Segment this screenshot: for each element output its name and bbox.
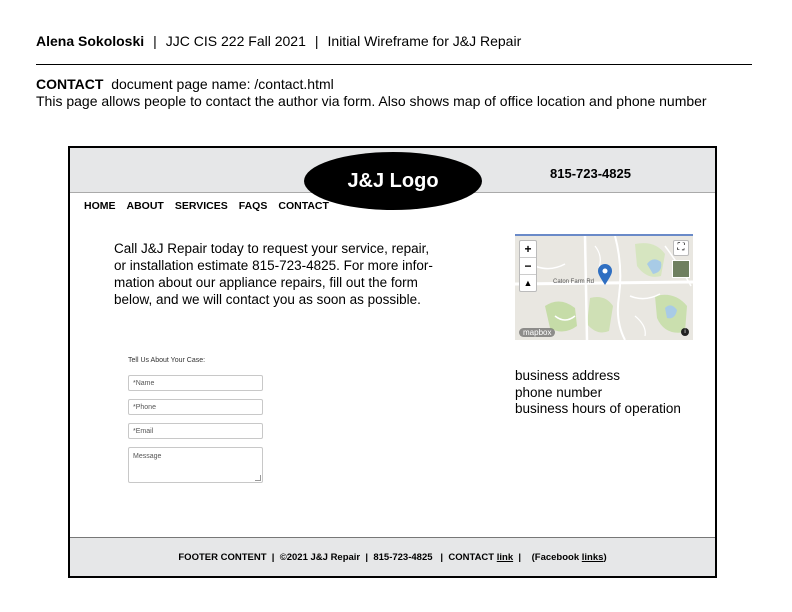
wireframe: 815-723-4825 J&J Logo HOME ABOUT SERVICE… bbox=[68, 146, 717, 578]
nav-about[interactable]: ABOUT bbox=[127, 200, 164, 212]
email-field[interactable]: *Email bbox=[128, 423, 263, 439]
document-header: Alena Sokoloski | JJC CIS 222 Fall 2021 | In… bbox=[36, 33, 521, 49]
office-map[interactable]: Caton Farm Rd + − ▲ ⛶ mapbox i bbox=[515, 234, 693, 340]
nav-contact[interactable]: CONTACT bbox=[278, 200, 329, 212]
info-icon[interactable]: i bbox=[681, 328, 689, 336]
page-description: This page allows people to contact the a… bbox=[36, 93, 707, 109]
intro-line: or installation estimate 815-723-4825. F… bbox=[114, 258, 433, 273]
mapbox-logo[interactable]: mapbox bbox=[519, 328, 556, 337]
author-name: Alena Sokoloski bbox=[36, 33, 145, 49]
separator: | bbox=[153, 33, 157, 49]
footer-text: | (Facebook bbox=[513, 551, 582, 563]
footer-contact-link[interactable]: link bbox=[497, 552, 513, 563]
expand-icon[interactable]: ⛶ bbox=[673, 240, 689, 256]
main-nav: HOME ABOUT SERVICES FAQS CONTACT bbox=[84, 200, 329, 212]
nav-home[interactable]: HOME bbox=[84, 200, 116, 212]
course-name: JJC CIS 222 Fall 2021 bbox=[165, 33, 306, 49]
page-name-line: CONTACT document page name: /contact.htm… bbox=[36, 76, 334, 92]
header-phone[interactable]: 815-723-4825 bbox=[550, 166, 631, 181]
map-zoom-controls: + − ▲ bbox=[519, 240, 537, 292]
site-footer: FOOTER CONTENT | ©2021 J&J Repair | 815-… bbox=[70, 537, 715, 576]
map-tiles bbox=[515, 236, 693, 340]
intro-text: Call J&J Repair today to request your se… bbox=[114, 240, 459, 308]
nav-faqs[interactable]: FAQS bbox=[239, 200, 268, 212]
compass-icon[interactable]: ▲ bbox=[520, 275, 536, 291]
resize-handle-icon[interactable] bbox=[255, 475, 261, 481]
map-road-label: Caton Farm Rd bbox=[553, 279, 595, 285]
satellite-toggle[interactable] bbox=[672, 260, 690, 278]
page-label: CONTACT bbox=[36, 76, 104, 92]
site-logo[interactable]: J&J Logo bbox=[304, 152, 482, 210]
form-title: Tell Us About Your Case: bbox=[128, 357, 206, 364]
business-hours: business hours of operation bbox=[515, 401, 681, 416]
intro-line: Call J&J Repair today to request your se… bbox=[114, 241, 430, 256]
message-placeholder: Message bbox=[133, 453, 162, 460]
name-field[interactable]: *Name bbox=[128, 375, 263, 391]
business-address: business address bbox=[515, 368, 621, 383]
message-field[interactable]: Message bbox=[128, 447, 263, 483]
business-info: business address phone number business h… bbox=[515, 368, 681, 418]
document-title: Initial Wireframe for J&J Repair bbox=[327, 33, 522, 49]
zoom-out-button[interactable]: − bbox=[520, 258, 536, 275]
business-phone: phone number bbox=[515, 384, 603, 400]
separator: | bbox=[314, 33, 319, 49]
page-name: document page name: /contact.html bbox=[111, 76, 334, 92]
intro-line: below, and we will contact you as soon a… bbox=[114, 292, 421, 307]
zoom-in-button[interactable]: + bbox=[520, 241, 536, 258]
footer-text: ) bbox=[603, 551, 607, 563]
header-rule bbox=[36, 64, 752, 65]
footer-text: FOOTER CONTENT | ©2021 J&J Repair | 815-… bbox=[178, 551, 497, 563]
map-pin-icon[interactable] bbox=[597, 264, 613, 286]
footer-facebook-link[interactable]: links bbox=[582, 552, 604, 563]
intro-line: mation about our appliance repairs, fill… bbox=[114, 275, 418, 290]
phone-field[interactable]: *Phone bbox=[128, 399, 263, 415]
nav-services[interactable]: SERVICES bbox=[175, 200, 228, 212]
